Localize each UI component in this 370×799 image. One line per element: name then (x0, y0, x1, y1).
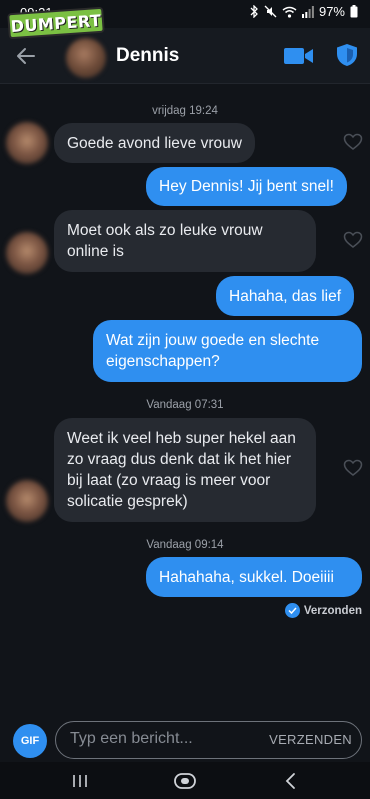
heart-icon[interactable] (343, 458, 363, 478)
chat-thread[interactable]: vrijdag 19:24 Goede avond lieve vrouw He… (0, 84, 370, 704)
heart-icon[interactable] (343, 230, 363, 250)
message-text: Hahaha, das lief (229, 287, 342, 305)
contact-avatar-small[interactable] (6, 122, 48, 164)
chat-header: Dennis (0, 28, 370, 84)
message-input-placeholder: Typ een bericht... (70, 730, 193, 747)
checkmark-icon (284, 603, 300, 618)
message-text: Wat zijn jouw goede en slechte eigenscha… (106, 332, 320, 370)
gif-button[interactable]: GIF (13, 724, 47, 758)
message-text: Hahahaha, sukkel. Doeiiii (159, 568, 334, 586)
message-input[interactable]: Typ een bericht... VERZENDEN (55, 721, 362, 759)
message-text: Hey Dennis! Jij bent snel! (159, 178, 334, 195)
message-incoming[interactable]: Weet ik veel heb super hekel aan zo vraa… (54, 418, 316, 522)
message-text: Weet ik veel heb super hekel aan zo vraa… (67, 430, 296, 510)
watermark-text: DUMPERT (10, 10, 102, 36)
send-button[interactable]: VERZENDEN (269, 732, 352, 747)
day-separator: Vandaag 09:14 (146, 539, 224, 551)
contact-avatar-small[interactable] (6, 480, 48, 522)
status-icons: 97% (249, 4, 358, 19)
delivery-status-text: Verzonden (303, 604, 362, 617)
heart-icon[interactable] (343, 132, 363, 152)
contact-avatar[interactable] (66, 38, 106, 78)
contact-avatar-small[interactable] (6, 232, 48, 274)
message-outgoing[interactable]: Hahahaha, sukkel. Doeiiii (146, 557, 362, 597)
gif-button-label: GIF (20, 735, 40, 747)
message-outgoing[interactable]: Hahaha, das lief (216, 276, 355, 316)
message-incoming[interactable]: Moet ook als zo leuke vrouw online is (54, 210, 316, 272)
video-camera-icon[interactable] (284, 46, 314, 66)
message-outgoing[interactable]: Hey Dennis! Jij bent snel! (146, 167, 347, 206)
recent-apps-icon[interactable] (68, 770, 92, 792)
contact-name[interactable]: Dennis (116, 45, 179, 67)
delivery-status: Verzonden (284, 603, 362, 618)
day-separator: Vandaag 07:31 (146, 399, 224, 411)
battery-percentage: 97% (318, 4, 345, 19)
back-icon[interactable] (280, 770, 300, 792)
arrow-left-icon[interactable] (14, 44, 38, 68)
message-text: Moet ook als zo leuke vrouw online is (67, 222, 263, 260)
wifi-icon (282, 6, 297, 18)
signal-icon (301, 5, 314, 18)
shield-icon[interactable] (336, 43, 358, 67)
message-incoming[interactable]: Goede avond lieve vrouw (54, 123, 255, 163)
message-outgoing[interactable]: Wat zijn jouw goede en slechte eigenscha… (93, 320, 362, 382)
message-composer: GIF Typ een bericht... VERZENDEN (0, 704, 370, 759)
home-icon[interactable] (172, 770, 198, 792)
system-nav-bar (0, 762, 370, 799)
day-separator: vrijdag 19:24 (152, 105, 218, 117)
battery-icon (350, 5, 358, 18)
mute-icon (264, 5, 277, 18)
message-text: Goede avond lieve vrouw (67, 134, 242, 152)
bluetooth-icon (250, 5, 258, 18)
